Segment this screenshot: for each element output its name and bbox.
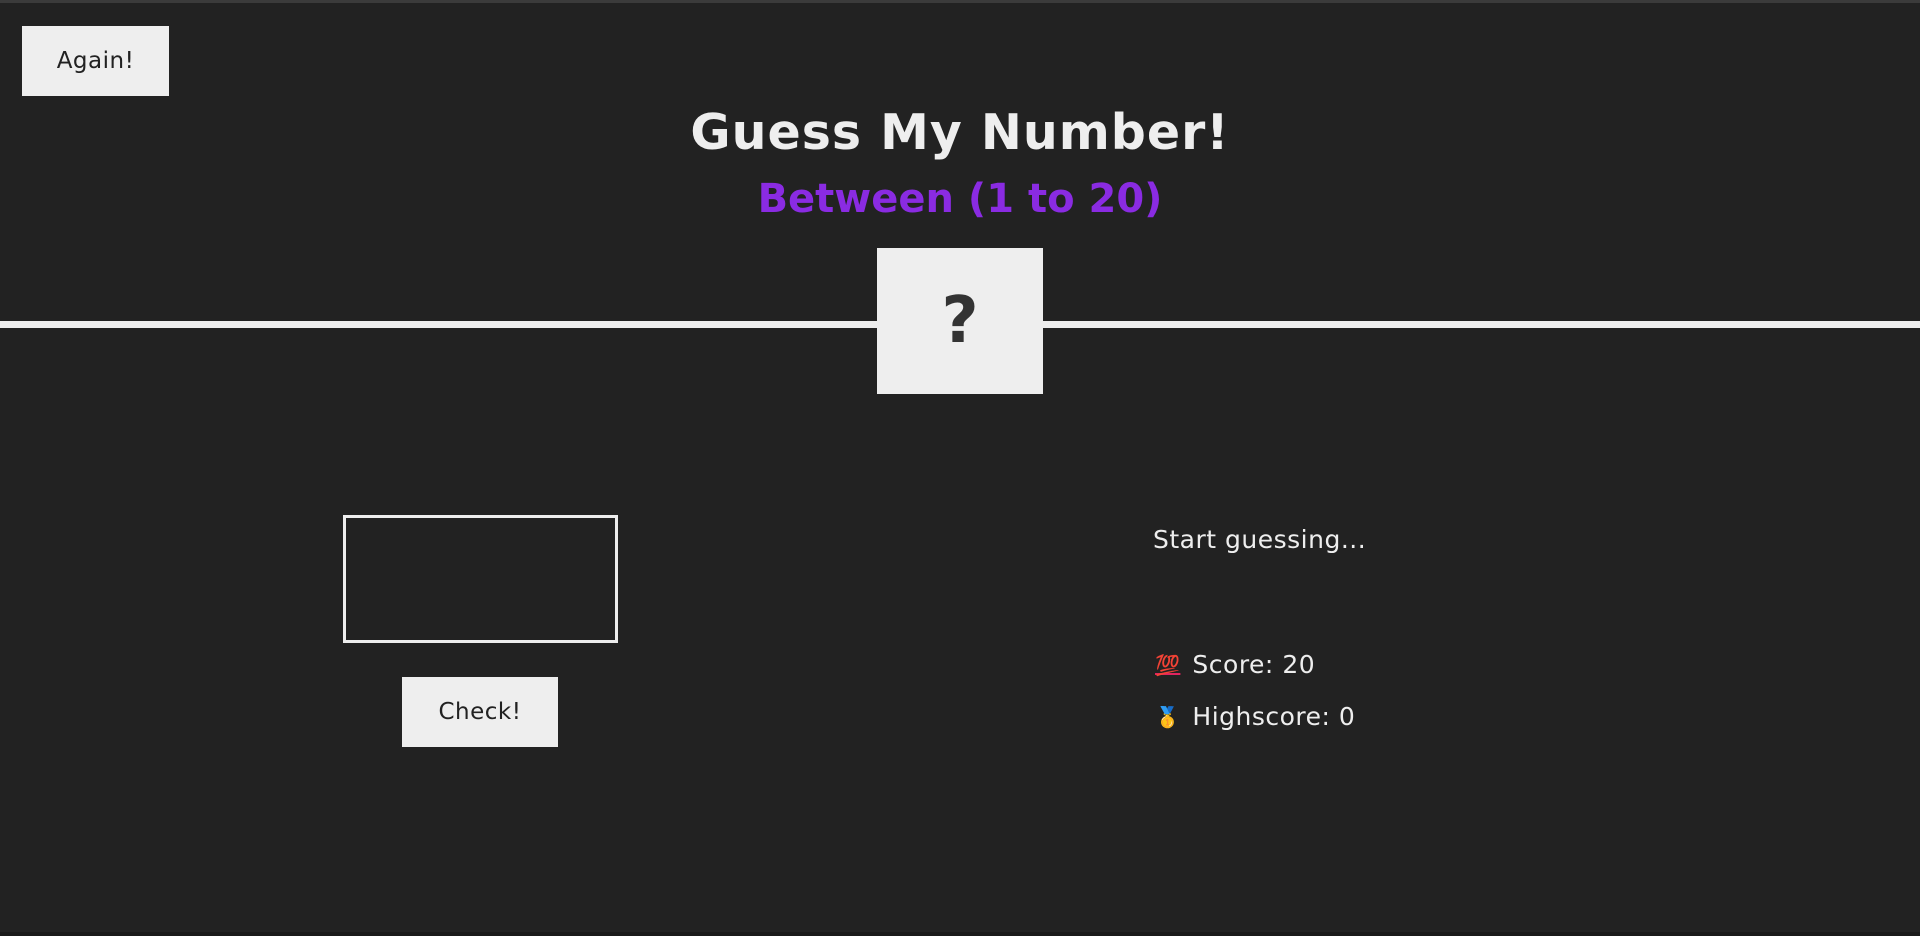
guess-input[interactable] <box>343 515 618 643</box>
highscore-label: Highscore: <box>1192 702 1331 731</box>
status-message: Start guessing... <box>1153 525 1367 554</box>
bottom-border <box>0 932 1920 936</box>
range-subtitle: Between (1 to 20) <box>757 176 1163 222</box>
check-button[interactable]: Check! <box>402 677 558 747</box>
again-button[interactable]: Again! <box>22 26 169 96</box>
top-border <box>0 0 1920 3</box>
highscore-value: 0 <box>1338 702 1356 731</box>
score-row: 💯 Score: 20 <box>1155 650 1315 679</box>
medal-icon: 🥇 <box>1155 704 1181 729</box>
page-title: Guess My Number! <box>690 104 1230 161</box>
hundred-points-icon: 💯 <box>1155 652 1181 677</box>
score-value: 20 <box>1282 650 1316 679</box>
highscore-row: 🥇 Highscore: 0 <box>1155 702 1355 731</box>
secret-number-box: ? <box>877 248 1043 394</box>
score-label: Score: <box>1192 650 1274 679</box>
